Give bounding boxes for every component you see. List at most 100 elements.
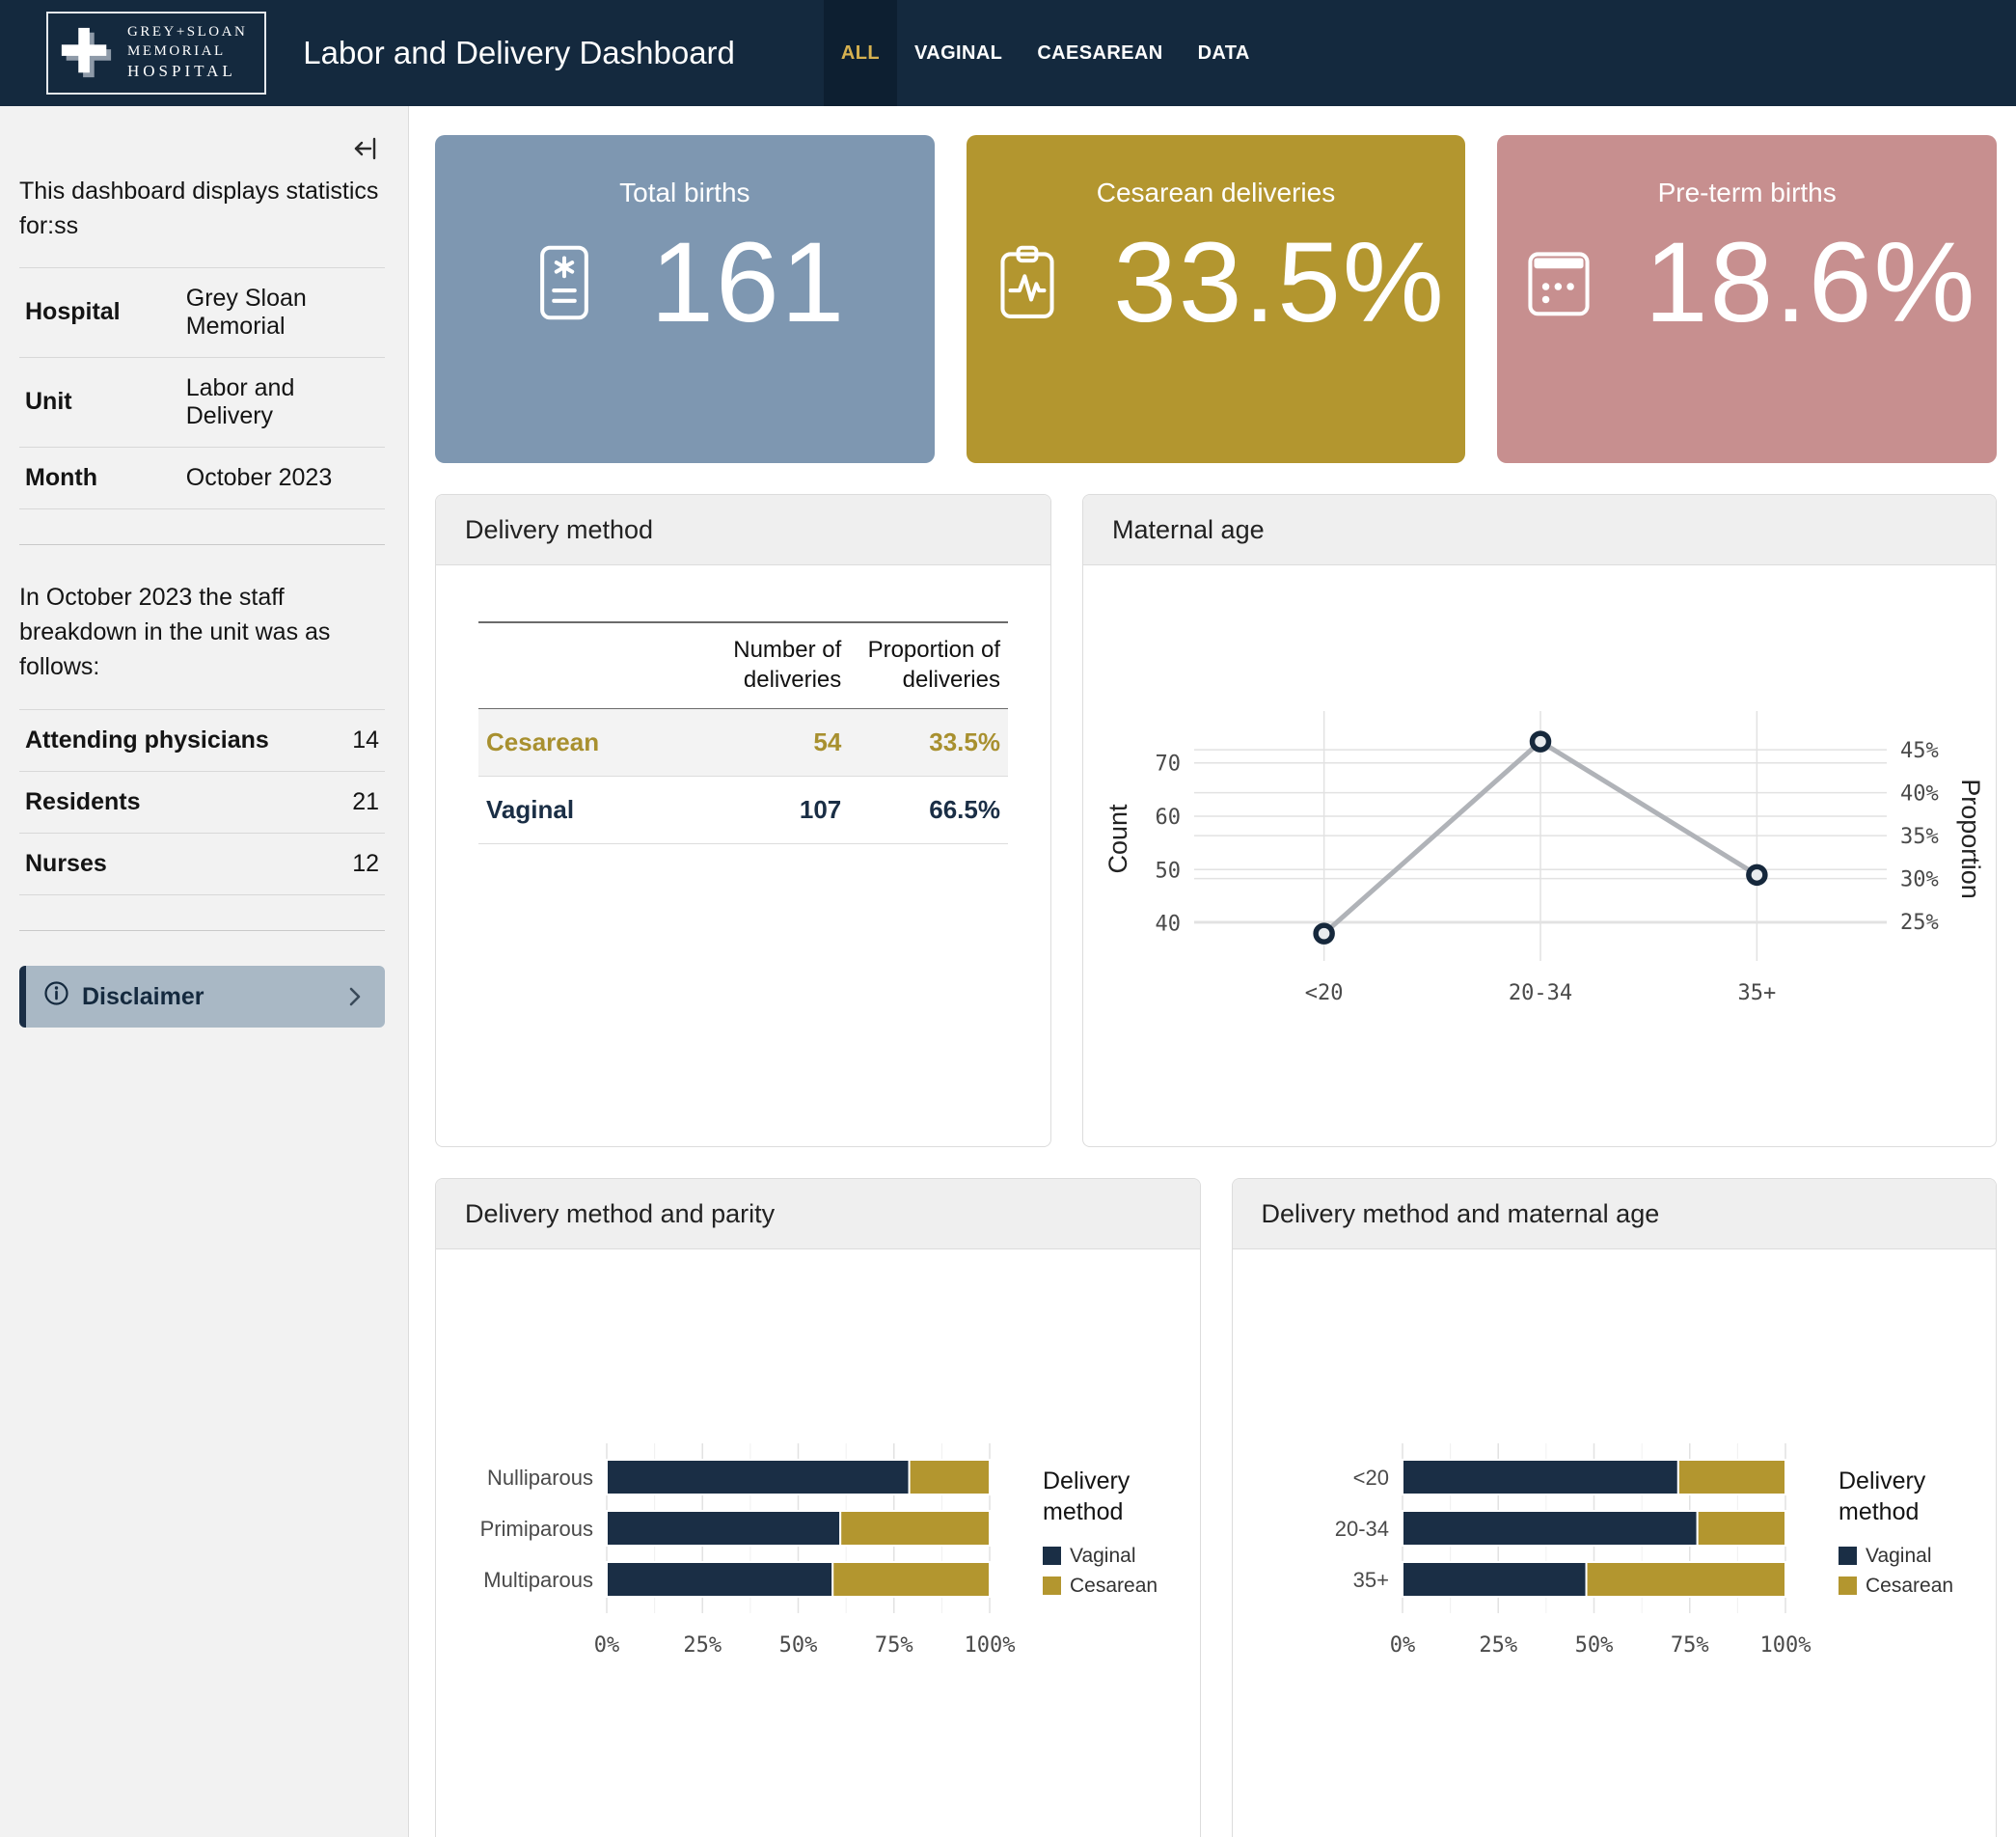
tab-vaginal[interactable]: VAGINAL <box>897 0 1020 106</box>
calendar-week-icon <box>1517 241 1600 324</box>
table-row: Month October 2023 <box>19 447 385 508</box>
clipboard-pulse-icon <box>986 241 1069 324</box>
valuebox-title: Pre-term births <box>1658 178 1837 208</box>
valuebox-value: 33.5% <box>1113 226 1446 340</box>
navbar: GREY+SLOAN MEMORIAL HOSPITAL Labor and D… <box>0 0 2016 106</box>
tab-all[interactable]: ALL <box>824 0 897 106</box>
svg-text:75%: 75% <box>875 1633 913 1658</box>
svg-text:70: 70 <box>1156 753 1182 777</box>
parity-chart: 0%25%50%75%100%NulliparousPrimiparousMul… <box>437 1342 1199 1757</box>
info-value: Labor and Delivery <box>180 357 385 447</box>
svg-text:100%: 100% <box>1760 1633 1812 1658</box>
table-row-vaginal: Vaginal 107 66.5% <box>478 777 1008 844</box>
sidebar-collapse-icon[interactable] <box>352 135 381 166</box>
logo-line-1: GREY+SLOAN <box>127 23 247 42</box>
staff-label: Nurses <box>19 834 316 895</box>
file-medical-icon <box>523 241 606 324</box>
svg-text:Multiparous: Multiparous <box>483 1568 593 1592</box>
svg-text:Delivery: Delivery <box>1043 1467 1131 1494</box>
card-title: Delivery method <box>436 495 1050 565</box>
sidebar-divider <box>19 544 385 545</box>
table-row: Unit Labor and Delivery <box>19 357 385 447</box>
svg-text:30%: 30% <box>1900 868 1939 892</box>
svg-text:75%: 75% <box>1671 1633 1709 1658</box>
staff-table: Attending physicians 14 Residents 21 Nur… <box>19 709 385 895</box>
svg-text:Vaginal: Vaginal <box>1866 1545 1932 1567</box>
valuebox-total-births: Total births 161 <box>435 135 935 463</box>
empty-header-cell <box>478 622 691 709</box>
logo-line-2: MEMORIAL <box>127 42 247 62</box>
staff-count: 21 <box>316 772 385 834</box>
svg-text:0%: 0% <box>1390 1633 1416 1658</box>
svg-text:method: method <box>1043 1498 1123 1525</box>
svg-text:0%: 0% <box>594 1633 620 1658</box>
valuebox-cesarean-deliveries: Cesarean deliveries 33.5% <box>967 135 1466 463</box>
dashboard-info-table: Hospital Grey Sloan Memorial Unit Labor … <box>19 267 385 509</box>
column-header: Proportion of deliveries <box>849 622 1008 709</box>
svg-text:Cesarean: Cesarean <box>1866 1575 1953 1597</box>
column-header: Number of deliveries <box>691 622 850 709</box>
sidebar: This dashboard displays statistics for:s… <box>0 106 409 1837</box>
svg-text:50%: 50% <box>778 1633 817 1658</box>
table-row: Nurses 12 <box>19 834 385 895</box>
staff-count: 14 <box>316 710 385 772</box>
svg-text:<20: <20 <box>1353 1466 1389 1490</box>
table-row-cesarean: Cesarean 54 33.5% <box>478 709 1008 777</box>
row-number: 54 <box>691 709 850 777</box>
logo-line-3: HOSPITAL <box>127 61 247 82</box>
value-boxes: Total births 161 Cesarean deliveries <box>435 135 1997 463</box>
row-label: Vaginal <box>478 777 691 844</box>
svg-text:20-34: 20-34 <box>1509 981 1572 1005</box>
delivery-method-table: Number of deliveries Proportion of deliv… <box>478 621 1008 844</box>
svg-text:Cesarean: Cesarean <box>1070 1575 1158 1597</box>
svg-text:50: 50 <box>1156 859 1182 883</box>
svg-text:45%: 45% <box>1900 739 1939 763</box>
table-row: Attending physicians 14 <box>19 710 385 772</box>
table-row: Residents 21 <box>19 772 385 834</box>
svg-text:40: 40 <box>1156 913 1182 937</box>
staff-label: Attending physicians <box>19 710 316 772</box>
sidebar-intro-text: This dashboard displays statistics for:s… <box>19 174 385 244</box>
disclaimer-label: Disclaimer <box>82 983 204 1011</box>
row-number: 107 <box>691 777 850 844</box>
svg-text:Vaginal: Vaginal <box>1070 1545 1136 1567</box>
valuebox-preterm-births: Pre-term births <box>1497 135 1997 463</box>
hospital-logo: GREY+SLOAN MEMORIAL HOSPITAL <box>46 12 266 95</box>
staff-count: 12 <box>316 834 385 895</box>
svg-text:Primiparous: Primiparous <box>479 1517 592 1541</box>
nav-tabs: ALL VAGINAL CAESAREAN DATA <box>824 0 1267 106</box>
maternal-age-card: Maternal age 4050607025%30%35%40%45%<202… <box>1082 494 1997 1147</box>
valuebox-title: Total births <box>619 178 749 208</box>
tab-data[interactable]: DATA <box>1181 0 1267 106</box>
disclaimer-accordion[interactable]: Disclaimer <box>19 966 385 1028</box>
svg-text:Proportion: Proportion <box>1956 779 1985 899</box>
svg-text:60: 60 <box>1156 806 1182 830</box>
info-value: October 2023 <box>180 447 385 508</box>
card-title: Delivery method and parity <box>436 1179 1200 1249</box>
hospital-logo-text: GREY+SLOAN MEMORIAL HOSPITAL <box>127 23 247 82</box>
row-proportion: 33.5% <box>849 709 1008 777</box>
tab-caesarean[interactable]: CAESAREAN <box>1020 0 1180 106</box>
staff-label: Residents <box>19 772 316 834</box>
delivery-method-card: Delivery method Number of deliveries Pro… <box>435 494 1051 1147</box>
age-stack-card: Delivery method and maternal age 0%25%50… <box>1232 1178 1998 1837</box>
row-label: Cesarean <box>478 709 691 777</box>
valuebox-value: 161 <box>650 226 846 340</box>
card-title: Delivery method and maternal age <box>1233 1179 1997 1249</box>
svg-text:35+: 35+ <box>1353 1568 1389 1592</box>
table-header-row: Number of deliveries Proportion of deliv… <box>478 622 1008 709</box>
svg-text:20-34: 20-34 <box>1335 1517 1389 1541</box>
svg-text:25%: 25% <box>1480 1633 1518 1658</box>
svg-text:25%: 25% <box>683 1633 722 1658</box>
table-row: Hospital Grey Sloan Memorial <box>19 267 385 357</box>
chevron-right-icon <box>342 984 368 1009</box>
svg-text:method: method <box>1839 1498 1919 1525</box>
info-value: Grey Sloan Memorial <box>180 267 385 357</box>
svg-text:Delivery: Delivery <box>1839 1467 1926 1494</box>
row-proportion: 66.5% <box>849 777 1008 844</box>
svg-text:Count: Count <box>1103 804 1132 874</box>
valuebox-value: 18.6% <box>1645 226 1977 340</box>
valuebox-title: Cesarean deliveries <box>1097 178 1335 208</box>
svg-text:35%: 35% <box>1900 825 1939 849</box>
hospital-cross-icon <box>58 25 114 81</box>
